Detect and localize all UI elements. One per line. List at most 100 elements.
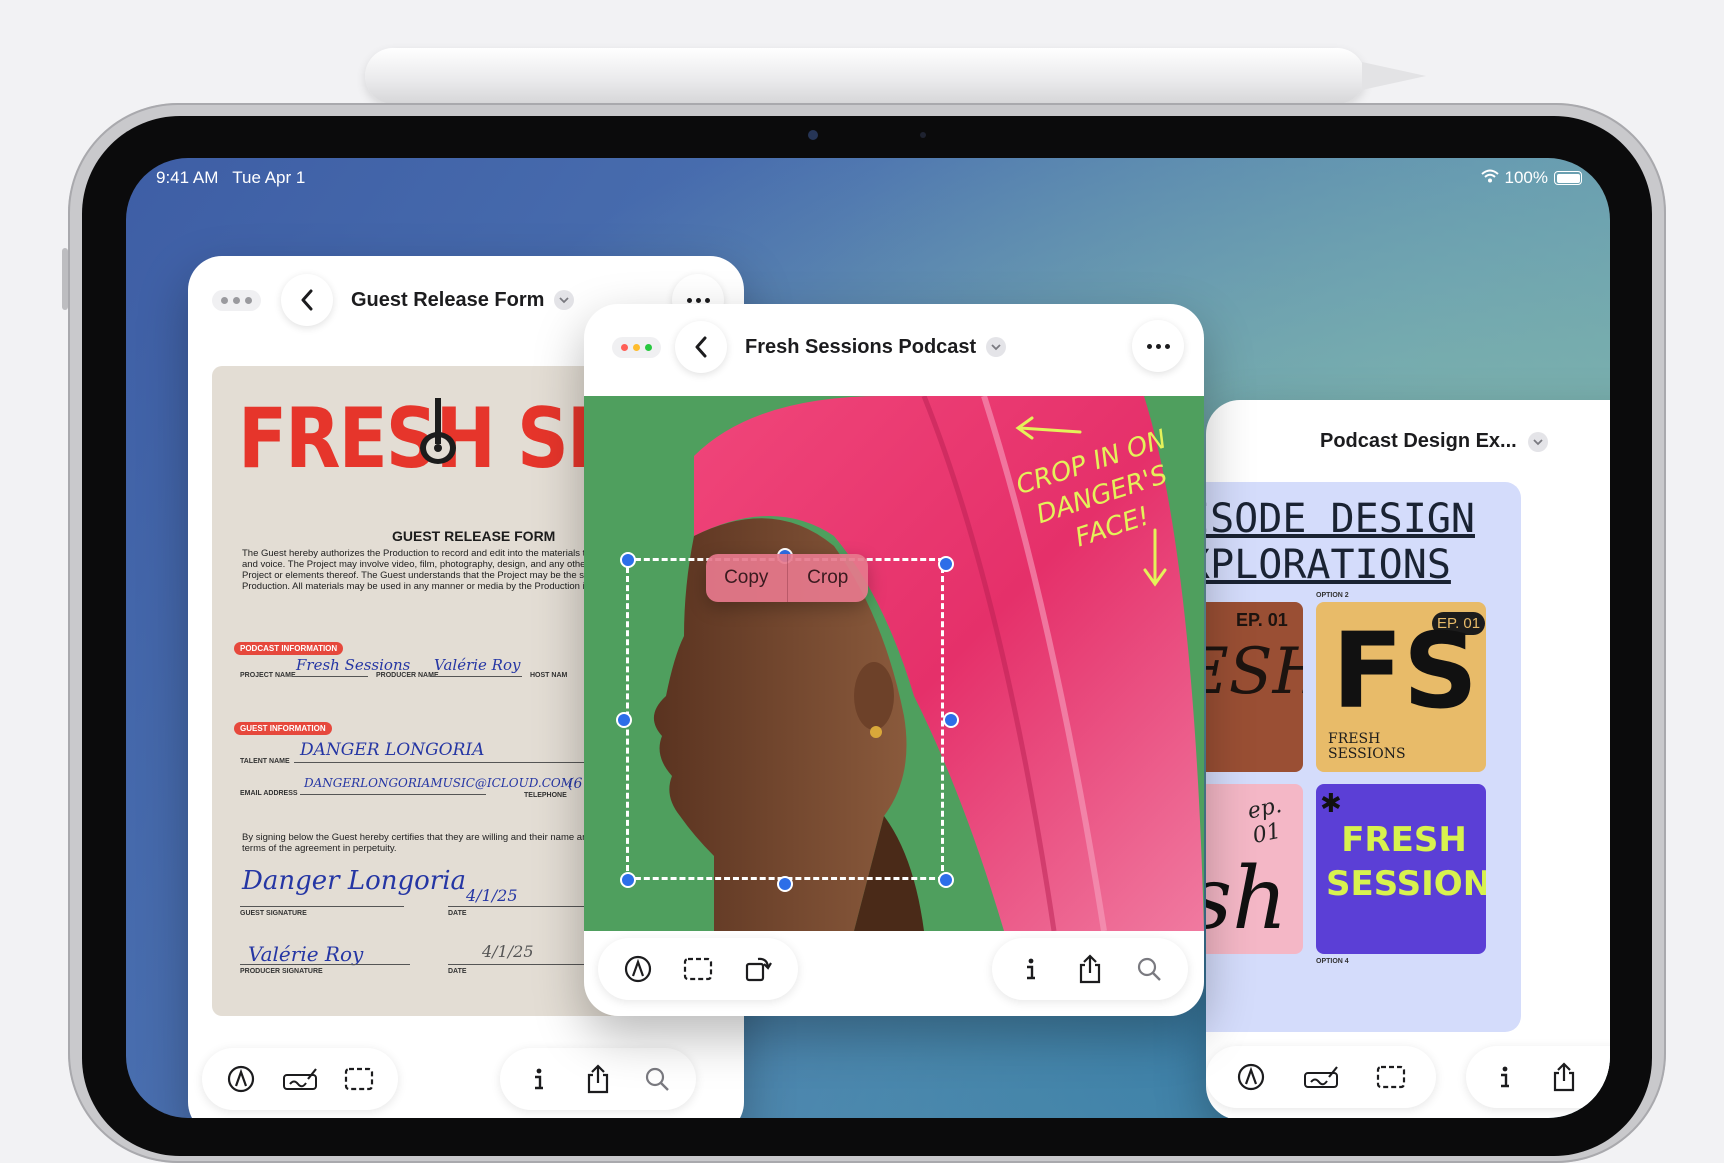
context-menu: Copy Crop [706, 554, 868, 602]
apple-pencil-tip [1362, 62, 1426, 90]
email-label: EMAIL ADDRESS [240, 790, 298, 797]
crop-handle-bottom-right[interactable] [938, 872, 954, 888]
markup-icon[interactable] [219, 1057, 263, 1101]
window-title: Guest Release Form [351, 288, 545, 311]
crop-menu-item[interactable]: Crop [788, 567, 869, 589]
selection-icon[interactable] [1369, 1055, 1413, 1099]
talent-name-value: DANGER LONGORIA [300, 740, 485, 760]
right-toolbar [992, 938, 1188, 1000]
guest-info-tag: GUEST INFORMATION [234, 722, 332, 735]
producer-date-label: DATE [448, 968, 467, 975]
board-title-line2: XPLORATIONS [1206, 542, 1451, 588]
guitar-icon [412, 390, 464, 468]
guest-date-value: 4/1/25 [466, 886, 518, 905]
crop-selection[interactable] [626, 558, 944, 880]
search-icon[interactable] [1127, 947, 1171, 991]
left-toolbar [598, 938, 798, 1000]
design-card-1[interactable]: EP. 01 ESH [1206, 602, 1303, 772]
back-button[interactable] [675, 321, 727, 373]
left-toolbar [1206, 1046, 1436, 1108]
share-icon[interactable] [576, 1057, 620, 1101]
share-icon[interactable] [1068, 947, 1112, 991]
design-board: ISODE DESIGN XPLORATIONS OPTION 2 EP. 01… [1206, 482, 1521, 1032]
crop-handle-bottom-left[interactable] [620, 872, 636, 888]
fresh-sessions-window[interactable]: Fresh Sessions Podcast CROP IN ON DANGER… [584, 304, 1204, 1016]
window-titlebar: Fresh Sessions Podcast [584, 304, 1204, 390]
chevron-left-icon [301, 289, 313, 311]
status-time: 9:41 AM [156, 168, 219, 187]
minimize-dot [633, 343, 640, 351]
selection-icon[interactable] [337, 1057, 381, 1101]
title-menu-button[interactable] [986, 337, 1007, 357]
markup-icon[interactable] [1229, 1055, 1273, 1099]
sensor [920, 132, 926, 138]
podcast-design-window[interactable]: Podcast Design Ex... ISODE DESIGN XPLORA… [1206, 400, 1610, 1118]
project-name-line [292, 676, 368, 677]
search-icon[interactable] [1601, 1055, 1610, 1099]
apple-pencil [365, 48, 1365, 104]
talent-name-label: TALENT NAME [240, 758, 290, 765]
arrow-down-icon [1143, 528, 1167, 587]
board-title-line1: ISODE DESIGN [1206, 496, 1475, 542]
wifi-icon [1480, 168, 1499, 188]
selection-icon[interactable] [676, 947, 720, 991]
title-menu-button[interactable] [554, 290, 575, 310]
producer-signature-line [240, 964, 410, 965]
podcast-info-tag: PODCAST INFORMATION [234, 642, 344, 655]
option-2-label: OPTION 2 [1316, 592, 1349, 599]
share-icon[interactable] [1542, 1055, 1586, 1099]
crop-handle-top-right[interactable] [938, 556, 954, 572]
guest-signature-label: GUEST SIGNATURE [240, 910, 307, 917]
status-time-date: 9:41 AM Tue Apr 1 [156, 168, 305, 188]
battery-icon [1554, 171, 1582, 185]
design-card-2[interactable]: EP. 01 FS FRESH SESSIONS [1316, 602, 1486, 772]
title-menu-button[interactable] [1528, 432, 1548, 452]
signature-icon[interactable] [278, 1057, 322, 1101]
chevron-down-icon [991, 343, 1001, 350]
close-dot [621, 343, 628, 351]
info-icon[interactable] [1483, 1055, 1527, 1099]
crop-handle-top-left[interactable] [620, 552, 636, 568]
front-camera [808, 130, 818, 140]
fullscreen-dot [645, 343, 652, 351]
design-card-3[interactable]: ep. 01 sh [1206, 784, 1303, 954]
info-icon[interactable] [1009, 947, 1053, 991]
card3-ep: ep. 01 [1245, 792, 1284, 849]
card1-text: ESH [1206, 635, 1303, 709]
board-title: ISODE DESIGN XPLORATIONS [1206, 496, 1475, 588]
crop-handle-left[interactable] [616, 712, 632, 728]
markup-icon[interactable] [616, 947, 660, 991]
rotate-icon[interactable] [736, 947, 780, 991]
back-button[interactable] [281, 274, 333, 326]
option-4-label: OPTION 4 [1316, 958, 1349, 965]
producer-name-value: Valérie Roy [434, 656, 521, 674]
star-icon: ✱ [1320, 788, 1342, 818]
producer-date-value: 4/1/25 [482, 942, 534, 961]
guest-date-label: DATE [448, 910, 467, 917]
search-icon[interactable] [635, 1057, 679, 1101]
ipad-screen: 9:41 AM Tue Apr 1 100% Guest Release For… [126, 158, 1610, 1118]
chevron-left-icon [695, 336, 707, 358]
host-name-label: HOST NAM [530, 672, 568, 679]
card3-text: sh [1206, 849, 1288, 949]
crop-handle-right[interactable] [943, 712, 959, 728]
crop-handle-bottom[interactable] [777, 876, 793, 892]
telephone-value: (6 [568, 776, 583, 792]
battery-percent: 100% [1504, 168, 1548, 187]
card2-logo: FS [1332, 610, 1478, 732]
left-toolbar [202, 1048, 398, 1110]
producer-name-line [430, 676, 522, 677]
project-name-label: PROJECT NAME [240, 672, 296, 679]
guest-signature-line [240, 906, 404, 907]
more-options-button[interactable] [1132, 320, 1184, 372]
portrait-photo[interactable]: CROP IN ON DANGER'S FACE! Copy Crop [584, 396, 1204, 931]
copy-menu-item[interactable]: Copy [706, 567, 787, 589]
signature-icon[interactable] [1299, 1055, 1343, 1099]
window-controls[interactable] [612, 336, 661, 358]
info-icon[interactable] [517, 1057, 561, 1101]
telephone-label: TELEPHONE [524, 792, 567, 799]
card2-name: FRESH SESSIONS [1328, 731, 1406, 762]
status-indicators: 100% [1480, 168, 1582, 188]
window-controls[interactable] [212, 289, 261, 311]
design-card-4[interactable]: ✱ FRESH SESSIONS [1316, 784, 1486, 954]
